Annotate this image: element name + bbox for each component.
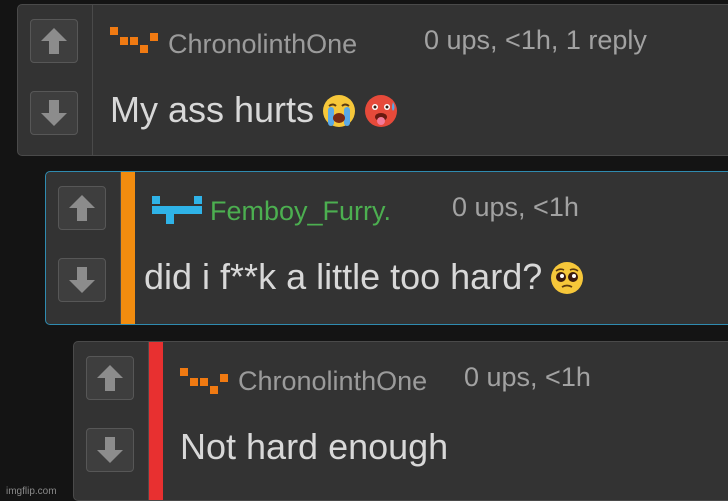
pleading-face-emoji bbox=[551, 262, 584, 294]
comment-text: Not hard enough bbox=[180, 426, 449, 467]
upvote-button[interactable] bbox=[86, 356, 134, 400]
up-arrow-icon bbox=[41, 28, 67, 54]
reply-depth-bar bbox=[149, 342, 163, 500]
downvote-button[interactable] bbox=[86, 428, 134, 472]
up-arrow-icon bbox=[97, 365, 123, 391]
downvote-button[interactable] bbox=[58, 258, 106, 302]
avatar[interactable] bbox=[152, 194, 204, 230]
up-arrow-icon bbox=[69, 195, 95, 221]
comment-text-row: Not hard enough bbox=[180, 426, 448, 468]
comment: ChronolinthOne 0 ups, <1h, 1 reply My as… bbox=[17, 4, 728, 156]
username[interactable]: ChronolinthOne bbox=[238, 366, 427, 397]
vote-column bbox=[74, 342, 149, 500]
comment-meta: 0 ups, <1h bbox=[464, 362, 591, 392]
watermark: imgflip.com bbox=[6, 486, 57, 497]
avatar[interactable] bbox=[180, 364, 232, 400]
vote-column bbox=[46, 172, 121, 324]
down-arrow-icon bbox=[97, 437, 123, 463]
loudly-crying-face-emoji bbox=[323, 95, 356, 127]
down-arrow-icon bbox=[41, 100, 67, 126]
comment-text-row: did i f**k a little too hard? bbox=[144, 256, 584, 298]
comment-text-row: My ass hurts bbox=[110, 89, 398, 131]
comment-meta: 0 ups, <1h, 1 reply bbox=[424, 25, 647, 55]
comment-text: My ass hurts bbox=[110, 89, 315, 130]
comment: Femboy_Furry. 0 ups, <1h did i f**k a li… bbox=[45, 171, 728, 325]
reply-depth-bar bbox=[121, 172, 135, 324]
avatar[interactable] bbox=[110, 27, 162, 63]
username[interactable]: ChronolinthOne bbox=[168, 29, 357, 60]
upvote-button[interactable] bbox=[30, 19, 78, 63]
comment-meta: 0 ups, <1h bbox=[452, 192, 579, 222]
upvote-button[interactable] bbox=[58, 186, 106, 230]
comment: ChronolinthOne 0 ups, <1h Not hard enoug… bbox=[73, 341, 728, 501]
comment-text: did i f**k a little too hard? bbox=[144, 256, 543, 297]
vote-column bbox=[18, 5, 93, 155]
hot-face-emoji bbox=[365, 95, 398, 127]
down-arrow-icon bbox=[69, 267, 95, 293]
downvote-button[interactable] bbox=[30, 91, 78, 135]
username[interactable]: Femboy_Furry. bbox=[210, 196, 391, 227]
